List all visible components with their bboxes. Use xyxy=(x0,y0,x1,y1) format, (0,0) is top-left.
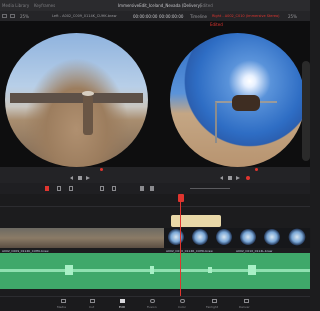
page-tab-color[interactable]: Color xyxy=(173,298,193,310)
timeline-ruler[interactable] xyxy=(0,194,310,207)
left-fisheye-image xyxy=(5,33,148,167)
audio-waveform-peak xyxy=(65,265,73,275)
page-tab-media[interactable]: Media xyxy=(54,298,74,310)
right-timecode-left: 00:00:00:00 xyxy=(159,14,184,19)
edit-icon xyxy=(120,299,125,303)
timeline-toolbar xyxy=(0,183,310,194)
top-menu-bar: Media Library Keyframes ImmersiveEdit_Ic… xyxy=(0,0,310,11)
right-record-icon[interactable] xyxy=(246,176,250,180)
viewer-header: 25% Left - A002_C009_0114K_CUHK.braw 00:… xyxy=(0,11,310,21)
menu-item-media-library[interactable]: Media Library xyxy=(2,3,29,8)
left-clip-name: Left - A002_C009_0114K_CUHK.braw xyxy=(52,14,117,18)
clip-thumbnail xyxy=(88,228,111,248)
deliver-icon xyxy=(244,299,249,303)
clip-thumbnail xyxy=(212,228,237,248)
select-tool-icon[interactable] xyxy=(45,186,49,191)
clip-thumbnail xyxy=(0,228,23,248)
page-tab-deliver[interactable]: Deliver xyxy=(236,298,258,310)
left-viewer[interactable] xyxy=(0,21,155,167)
media-icon xyxy=(61,299,66,303)
trim-tool-icon[interactable] xyxy=(57,186,61,191)
right-playhead-icon[interactable] xyxy=(255,168,258,171)
right-edge-overlay xyxy=(302,61,310,161)
audio-track[interactable] xyxy=(0,253,310,289)
horizon-buildings xyxy=(10,93,143,103)
fusion-icon xyxy=(150,299,155,303)
clip-thumbnail xyxy=(132,228,155,248)
left-prev-frame-icon[interactable] xyxy=(70,176,73,180)
page-label-fairlight: Fairlight xyxy=(206,305,219,309)
left-playhead-icon[interactable] xyxy=(100,168,103,171)
right-viewer[interactable]: Edited xyxy=(155,21,310,167)
page-label-cut: Cut xyxy=(89,305,95,309)
page-tab-cut[interactable]: Cut xyxy=(83,298,103,310)
page-label-edit: Edit xyxy=(119,305,125,309)
clip-thumbnail xyxy=(236,228,261,248)
page-label-color: Color xyxy=(178,305,186,309)
right-status-label: Edited xyxy=(210,22,223,27)
clip-thumbnail xyxy=(284,228,311,248)
window-status: Edited xyxy=(200,3,213,8)
right-fisheye-image xyxy=(170,33,305,167)
clip-thumbnail xyxy=(66,228,89,248)
page-navigation-bar: Media Cut Edit Fusion Color Fairlight De… xyxy=(0,296,310,311)
person-figure xyxy=(83,95,93,135)
page-label-media: Media xyxy=(57,305,67,309)
snap-icon[interactable] xyxy=(100,186,104,191)
audio-waveform-peak xyxy=(208,267,212,273)
zoom-slider-icon[interactable] xyxy=(190,188,230,189)
audio-waveform xyxy=(0,269,310,272)
page-label-deliver: Deliver xyxy=(239,305,250,309)
right-stop-icon[interactable] xyxy=(228,176,232,180)
clip-thumbnail xyxy=(22,228,45,248)
clip-thumbnail xyxy=(164,228,189,248)
left-stop-icon[interactable] xyxy=(78,176,82,180)
link-icon[interactable] xyxy=(112,186,116,191)
cut-icon xyxy=(90,299,95,303)
blade-tool-icon[interactable] xyxy=(69,186,73,191)
audio-waveform-peak xyxy=(248,265,256,275)
right-clip-name: Right - A002_C010 (Immersive Stereo) xyxy=(212,14,280,18)
left-play-icon[interactable] xyxy=(86,176,90,180)
horse-figure xyxy=(232,95,260,111)
viewer-dual-icon[interactable] xyxy=(10,14,15,18)
audio-waveform-peak xyxy=(150,266,154,274)
page-tab-edit[interactable]: Edit xyxy=(113,298,133,310)
right-play-icon[interactable] xyxy=(236,176,240,180)
right-prev-frame-icon[interactable] xyxy=(220,176,223,180)
right-viewer-mode[interactable]: Timeline xyxy=(190,14,207,19)
flag-icon[interactable] xyxy=(140,186,144,191)
page-label-fusion: Fusion xyxy=(147,305,157,309)
playhead-marker[interactable] xyxy=(178,194,184,202)
page-tab-fusion[interactable]: Fusion xyxy=(143,298,163,310)
clip-thumbnail xyxy=(110,228,133,248)
person-hat xyxy=(82,91,94,96)
clip-thumbnail xyxy=(260,228,285,248)
left-timecode: 00:00:00:00 xyxy=(133,14,158,19)
right-zoom-level[interactable]: 25% xyxy=(288,14,297,19)
clip-thumbnail xyxy=(44,228,67,248)
page-tab-fairlight[interactable]: Fairlight xyxy=(203,298,227,310)
title-clip[interactable] xyxy=(171,215,221,227)
menu-item-keyframes[interactable]: Keyframes xyxy=(34,3,55,8)
window-title: ImmersiveEdit_Iceland_Nevada (Delivery) xyxy=(118,3,202,8)
video-track[interactable]: A002_C009_0114K_CUHK.braw A002_C010_0114… xyxy=(0,228,311,253)
viewer-layout-icon[interactable] xyxy=(2,14,7,18)
marker-icon[interactable] xyxy=(150,186,154,191)
left-zoom-level[interactable]: 25% xyxy=(20,14,29,19)
fairlight-icon xyxy=(212,299,217,303)
clip-thumbnail xyxy=(188,228,213,248)
color-icon xyxy=(180,299,185,303)
playhead-line xyxy=(180,202,181,296)
